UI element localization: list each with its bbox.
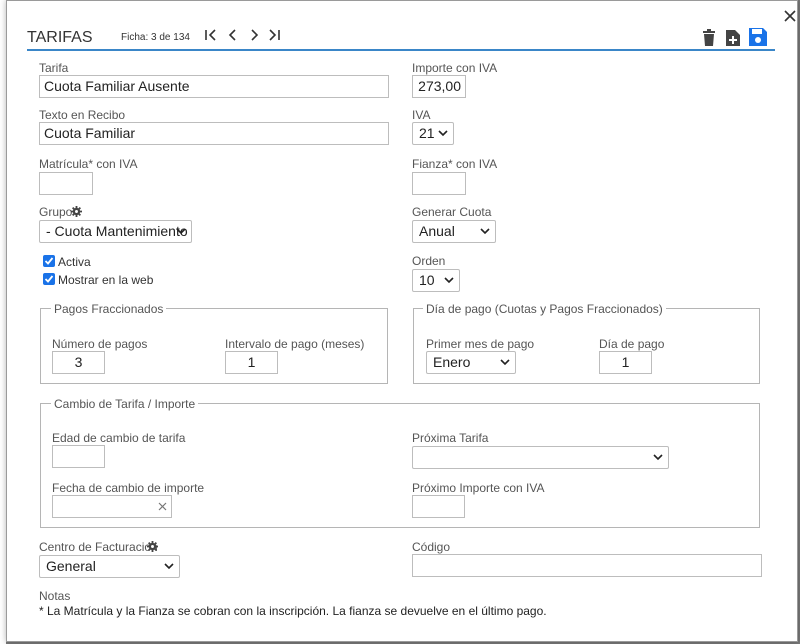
pagos-fraccionados-legend: Pagos Fraccionados <box>51 302 167 316</box>
primer-mes-select[interactable]: Enero <box>426 351 516 374</box>
matricula-input[interactable] <box>39 172 93 195</box>
chevron-down-icon <box>176 228 186 235</box>
codigo-input[interactable] <box>412 554 762 577</box>
primer-mes-value: Enero <box>433 354 471 370</box>
header-divider <box>27 49 775 51</box>
edad-cambio-input[interactable] <box>52 445 105 468</box>
numero-pagos-input[interactable]: 3 <box>52 351 105 374</box>
activa-checkbox[interactable] <box>43 255 55 267</box>
grupo-label: Grupo <box>39 205 73 219</box>
matricula-label: Matrícula* con IVA <box>39 157 138 171</box>
centro-facturacion-label: Centro de Facturacion <box>39 540 158 554</box>
intervalo-pago-label: Intervalo de pago (meses) <box>225 337 365 351</box>
texto-recibo-label: Texto en Recibo <box>39 108 126 122</box>
chevron-down-icon <box>164 563 174 570</box>
centro-facturacion-select[interactable]: General <box>39 555 180 578</box>
importe-label: Importe con IVA <box>412 61 498 75</box>
chevron-down-icon <box>480 228 490 235</box>
fecha-cambio-input[interactable] <box>52 495 172 518</box>
orden-label: Orden <box>412 254 446 268</box>
iva-label: IVA <box>412 108 431 122</box>
save-icon[interactable] <box>748 27 768 50</box>
chevron-down-icon <box>444 277 454 284</box>
fianza-label: Fianza* con IVA <box>412 157 498 171</box>
edad-cambio-label: Edad de cambio de tarifa <box>52 431 186 445</box>
texto-recibo-input[interactable]: Cuota Familiar <box>39 122 389 145</box>
orden-select[interactable]: 10 <box>412 269 460 292</box>
close-icon[interactable] <box>782 9 798 25</box>
record-counter: Ficha: 3 de 134 <box>121 32 190 43</box>
chevron-down-icon <box>438 130 448 137</box>
orden-value: 10 <box>419 272 435 288</box>
generar-cuota-label: Generar Cuota <box>412 205 492 219</box>
mostrar-web-label: Mostrar en la web <box>58 273 154 287</box>
tarifas-dialog: TARIFAS Ficha: 3 de 134 Tarifa Cuota Fam… <box>6 0 798 642</box>
last-record-icon[interactable] <box>267 28 281 47</box>
generar-cuota-value: Anual <box>419 223 455 239</box>
codigo-label: Código <box>412 540 451 554</box>
fecha-cambio-label: Fecha de cambio de importe <box>52 481 205 495</box>
proxima-tarifa-label: Próxima Tarifa <box>412 431 489 445</box>
first-record-icon[interactable] <box>204 28 218 47</box>
grupo-select[interactable]: - Cuota Mantenimiento <box>39 220 192 243</box>
gear-icon[interactable] <box>147 541 158 552</box>
mostrar-web-checkbox[interactable] <box>43 273 55 285</box>
previous-record-icon[interactable] <box>226 28 240 47</box>
numero-pagos-label: Número de pagos <box>52 337 148 351</box>
primer-mes-label: Primer mes de pago <box>426 337 535 351</box>
next-record-icon[interactable] <box>247 28 261 47</box>
proximo-importe-input[interactable] <box>412 495 465 518</box>
dia-pago-legend: Día de pago (Cuotas y Pagos Fraccionados… <box>423 302 666 316</box>
dia-pago-input[interactable]: 1 <box>599 351 652 374</box>
activa-label: Activa <box>58 255 91 269</box>
dialog-title: TARIFAS <box>27 29 93 46</box>
dia-pago-label: Día de pago <box>599 337 665 351</box>
centro-facturacion-value: General <box>46 558 96 574</box>
tarifa-input[interactable]: Cuota Familiar Ausente <box>39 75 389 98</box>
gear-icon[interactable] <box>71 206 82 217</box>
clear-icon[interactable] <box>158 502 167 511</box>
proximo-importe-label: Próximo Importe con IVA <box>412 481 545 495</box>
proxima-tarifa-select[interactable] <box>412 446 669 469</box>
check-icon <box>44 257 54 265</box>
new-record-icon[interactable] <box>725 29 741 50</box>
chevron-down-icon <box>653 454 663 461</box>
check-icon <box>44 275 54 283</box>
tarifa-label: Tarifa <box>39 61 69 75</box>
chevron-down-icon <box>500 359 510 366</box>
iva-select[interactable]: 21 <box>412 122 454 145</box>
notas-label: Notas <box>39 589 71 603</box>
iva-value: 21 <box>419 125 435 141</box>
cambio-tarifa-legend: Cambio de Tarifa / Importe <box>51 397 199 411</box>
fianza-input[interactable] <box>412 172 466 195</box>
delete-icon[interactable] <box>701 29 717 50</box>
generar-cuota-select[interactable]: Anual <box>412 220 496 243</box>
notas-text: * La Matrícula y la Fianza se cobran con… <box>39 604 547 618</box>
grupo-value: - Cuota Mantenimiento <box>46 223 188 239</box>
importe-input[interactable]: 273,00 <box>412 75 466 98</box>
intervalo-pago-input[interactable]: 1 <box>225 351 278 374</box>
